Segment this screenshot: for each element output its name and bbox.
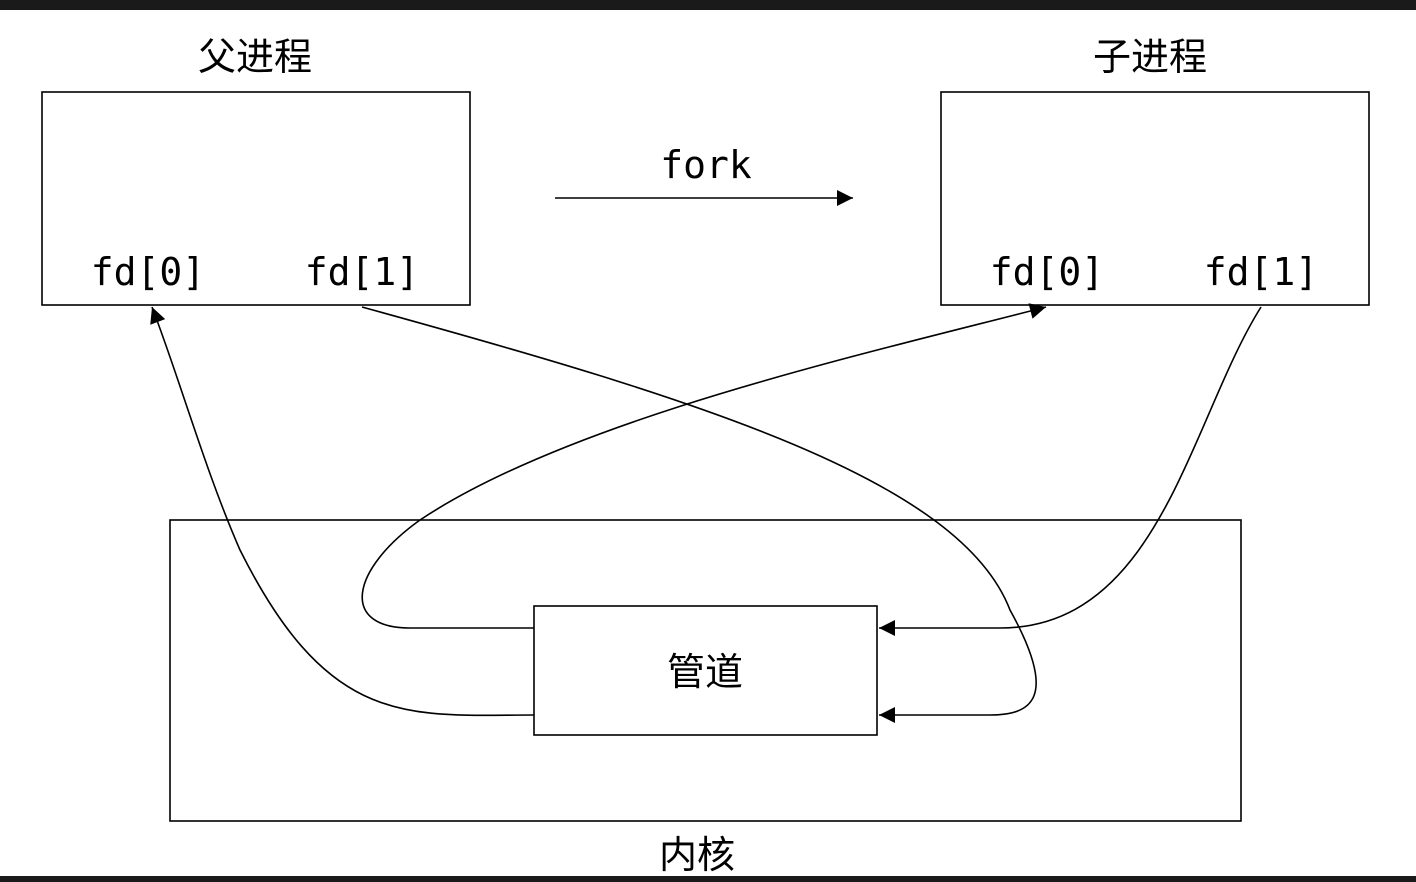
child-fd1-to-pipe-arrow — [879, 306, 1262, 636]
pipe-to-child-fd0-arrow — [361, 303, 1047, 629]
parent-process-title: 父进程 — [198, 35, 312, 79]
fork-label: fork — [660, 143, 752, 187]
child-fd1-label: fd[1] — [1204, 250, 1318, 294]
pipe-fork-diagram: 父进程 fd[0] fd[1] 子进程 fd[0] fd[1] fork 内核 … — [41, 35, 1370, 877]
pipe-label: 管道 — [667, 650, 743, 694]
child-fd0-label: fd[0] — [990, 250, 1104, 294]
kernel-label: 内核 — [659, 833, 735, 877]
parent-fd0-label: fd[0] — [91, 250, 205, 294]
child-process-title: 子进程 — [1093, 35, 1207, 79]
pipe-to-parent-fd0-arrow — [150, 306, 535, 717]
parent-fd1-label: fd[1] — [305, 250, 419, 294]
bottom-border — [0, 876, 1416, 882]
